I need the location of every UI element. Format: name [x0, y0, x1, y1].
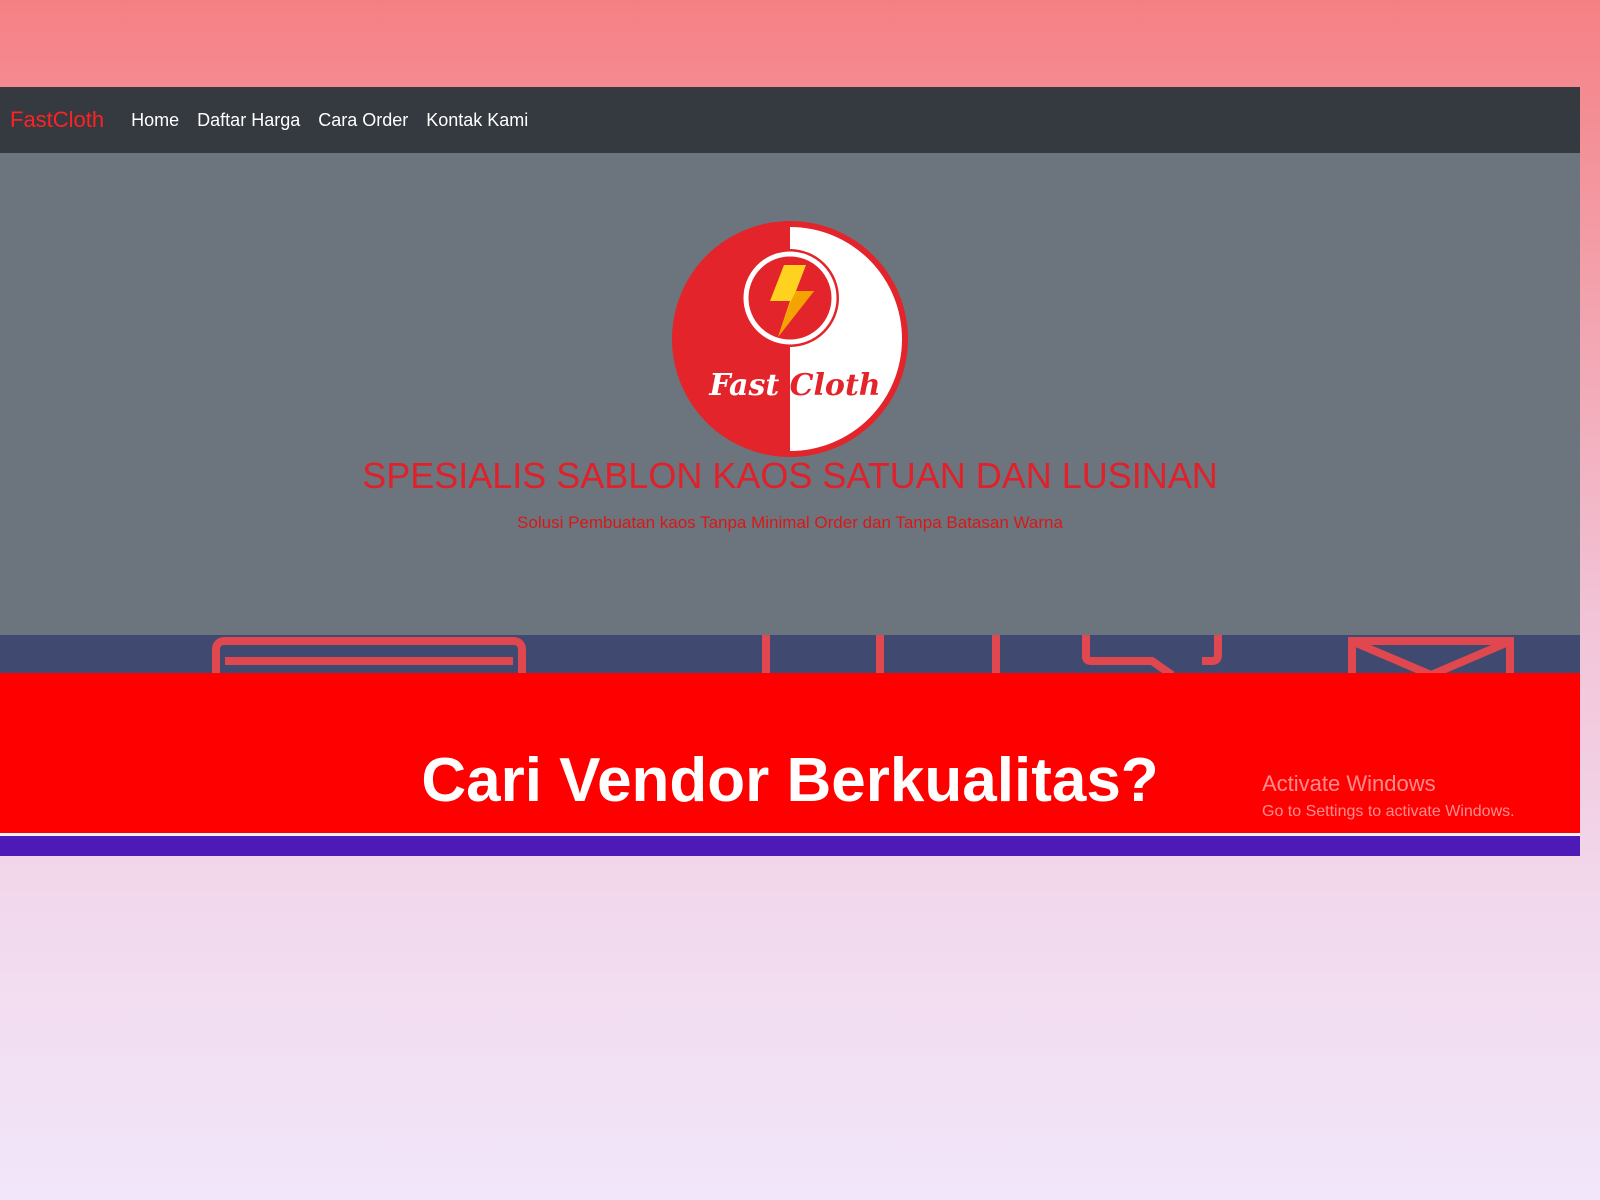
nav-link-home[interactable]: Home	[131, 110, 179, 131]
watermark-subtitle: Go to Settings to activate Windows.	[1262, 803, 1515, 820]
cta-banner: Cari Vendor Berkualitas? Activate Window…	[0, 673, 1580, 833]
browser-window-icon	[212, 637, 526, 673]
chat-bubble-icon	[1082, 635, 1222, 673]
watermark-title: Activate Windows	[1262, 771, 1436, 796]
website-screenshot: FastCloth Home Daftar Harga Cara Order K…	[0, 87, 1580, 868]
fastcloth-logo: Fast Cloth Fast Cloth	[672, 221, 908, 457]
logo-wordmark: Fast Cloth Fast Cloth	[708, 368, 880, 403]
purple-bar	[0, 836, 1580, 856]
navbar: FastCloth Home Daftar Harga Cara Order K…	[0, 87, 1580, 153]
feature-icons-strip	[0, 635, 1580, 673]
brand-link[interactable]: FastCloth	[10, 87, 104, 153]
hero-subtitle: Solusi Pembuatan kaos Tanpa Minimal Orde…	[517, 513, 1063, 532]
hero-title: SPESIALIS SABLON KAOS SATUAN DAN LUSINAN	[362, 455, 1218, 496]
envelope-icon	[1348, 637, 1514, 673]
nav-link-kontak-kami[interactable]: Kontak Kami	[426, 110, 528, 131]
hero-section: Fast Cloth Fast Cloth SPESIALIS SABLON K…	[0, 153, 1580, 635]
chart-bars-icon	[762, 635, 1000, 673]
activate-windows-watermark: Activate Windows Go to Settings to activ…	[1262, 771, 1515, 821]
nav-link-cara-order[interactable]: Cara Order	[318, 110, 408, 131]
nav-link-daftar-harga[interactable]: Daftar Harga	[197, 110, 300, 131]
